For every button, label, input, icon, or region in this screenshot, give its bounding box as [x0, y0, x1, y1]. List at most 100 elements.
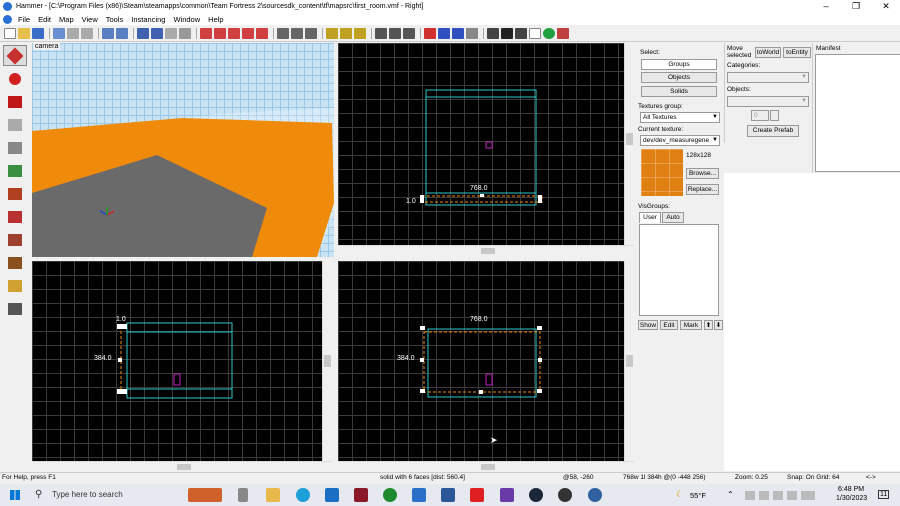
cut-icon[interactable] — [277, 28, 289, 39]
maximize-button[interactable]: ❐ — [842, 0, 870, 13]
new-icon[interactable] — [4, 28, 16, 39]
ignore-groups-icon[interactable] — [228, 28, 240, 39]
save-icon[interactable] — [32, 28, 44, 39]
camera-viewport[interactable]: camera — [32, 43, 334, 257]
menu-help[interactable]: Help — [208, 15, 223, 24]
textures-group-select[interactable]: All Textures ▼ — [640, 112, 720, 123]
paste-icon[interactable] — [305, 28, 317, 39]
objects-button[interactable]: Objects — [641, 72, 717, 83]
mark-button[interactable]: Mark — [680, 320, 702, 330]
edge-icon[interactable] — [296, 488, 310, 502]
texture-tool-icon[interactable] — [3, 160, 27, 181]
create-prefab-button[interactable]: Create Prefab — [747, 125, 799, 137]
word-icon[interactable] — [441, 488, 455, 502]
manifest-list[interactable] — [815, 54, 900, 172]
green-ball-icon[interactable] — [543, 28, 555, 39]
no-draw-icon[interactable] — [557, 28, 569, 39]
tray-icons[interactable] — [745, 491, 815, 500]
grid-larger-icon[interactable] — [81, 28, 93, 39]
menu-map[interactable]: Map — [59, 15, 74, 24]
spin-arrows[interactable] — [770, 110, 779, 121]
check-map-icon[interactable] — [452, 28, 464, 39]
steam-icon[interactable] — [529, 488, 543, 502]
group-icon[interactable] — [151, 28, 163, 39]
bottom-right-hscroll[interactable] — [338, 461, 634, 471]
bottom-left-vscroll[interactable] — [322, 261, 332, 461]
entity-tool-icon[interactable] — [3, 114, 27, 135]
groups-button[interactable]: Groups — [641, 59, 717, 70]
cm-icon[interactable] — [529, 28, 541, 39]
browse-button[interactable]: Browse... — [686, 168, 719, 179]
top-right-viewport[interactable]: 768.0 1.0 — [338, 43, 624, 245]
menu-tools[interactable]: Tools — [106, 15, 124, 24]
vertex-icon[interactable] — [487, 28, 499, 39]
taskbar-search-input[interactable]: Type here to search — [52, 490, 123, 499]
copy-icon[interactable] — [291, 28, 303, 39]
properties-icon[interactable] — [466, 28, 478, 39]
redo-icon[interactable] — [116, 28, 128, 39]
entity-report-icon[interactable] — [438, 28, 450, 39]
overlay-tool-icon[interactable] — [3, 275, 27, 296]
tab-auto[interactable]: Auto — [662, 212, 684, 223]
show-button[interactable]: Show — [638, 320, 658, 330]
toggle-select-icon[interactable] — [389, 28, 401, 39]
ungroup-icon[interactable] — [165, 28, 177, 39]
mail-icon[interactable] — [325, 488, 339, 502]
cordon-icon[interactable] — [200, 28, 212, 39]
magnify-tool-icon[interactable] — [3, 68, 27, 89]
youtube-icon[interactable] — [470, 488, 484, 502]
hammer-task-icon[interactable] — [354, 488, 368, 502]
block-tool-icon[interactable] — [3, 137, 27, 158]
align-icon[interactable] — [403, 28, 415, 39]
bottom-left-viewport[interactable]: 1.0 384.0 — [32, 261, 322, 461]
file-explorer-icon[interactable] — [266, 488, 280, 502]
textured-icon[interactable] — [354, 28, 366, 39]
texture-lock-icon[interactable] — [242, 28, 254, 39]
vertex-tool-icon[interactable] — [3, 252, 27, 273]
path-tool-icon[interactable] — [3, 298, 27, 319]
visual-studio-icon[interactable] — [500, 488, 514, 502]
flat-icon[interactable] — [340, 28, 352, 39]
run-map-icon[interactable] — [501, 28, 513, 39]
visgroups-list[interactable] — [639, 224, 719, 316]
spin-value-field[interactable]: 0 — [751, 110, 769, 121]
move-down-icon[interactable]: ⬇ — [714, 320, 723, 330]
tab-user[interactable]: User — [639, 212, 661, 223]
objects-select[interactable]: ▼ — [727, 96, 809, 107]
top-right-vscroll[interactable] — [624, 43, 634, 245]
xbox-icon[interactable] — [383, 488, 397, 502]
menu-window[interactable]: Window — [173, 15, 200, 24]
cordon-edit-icon[interactable] — [214, 28, 226, 39]
bottom-left-hscroll[interactable] — [32, 461, 332, 471]
minimize-button[interactable]: – — [812, 0, 840, 13]
vm-icon[interactable] — [588, 488, 602, 502]
grid-icon[interactable] — [53, 28, 65, 39]
close-button[interactable]: ✕ — [872, 0, 900, 13]
edit-button[interactable]: Edit — [660, 320, 678, 330]
to-entity-button[interactable]: toEntity — [783, 47, 811, 58]
to-world-button[interactable]: toWorld — [755, 47, 781, 58]
categories-select[interactable]: ▼ — [727, 72, 809, 83]
notification-badge[interactable]: 11 — [878, 490, 890, 499]
selection-tool-icon[interactable] — [3, 45, 27, 66]
top-right-hscroll[interactable] — [338, 245, 634, 255]
wireframe-icon[interactable] — [326, 28, 338, 39]
decal-tool-icon[interactable] — [3, 206, 27, 227]
hide-icon[interactable] — [179, 28, 191, 39]
move-up-icon[interactable]: ⬆ — [704, 320, 713, 330]
menu-view[interactable]: View — [82, 15, 98, 24]
open-icon[interactable] — [18, 28, 30, 39]
clip-icon[interactable] — [515, 28, 527, 39]
camera-tool-icon[interactable] — [3, 91, 27, 112]
clip-tool-icon[interactable] — [3, 229, 27, 250]
bottom-right-vscroll[interactable] — [624, 261, 634, 461]
menu-edit[interactable]: Edit — [38, 15, 51, 24]
replace-button[interactable]: Replace... — [686, 184, 719, 195]
app-icon-store[interactable] — [412, 488, 426, 502]
carve-icon[interactable] — [137, 28, 149, 39]
apply-texture-icon[interactable] — [3, 183, 27, 204]
solids-button[interactable]: Solids — [641, 86, 717, 97]
windows-start-icon[interactable] — [10, 490, 20, 500]
grid-smaller-icon[interactable] — [67, 28, 79, 39]
menu-instancing[interactable]: Instancing — [131, 15, 165, 24]
